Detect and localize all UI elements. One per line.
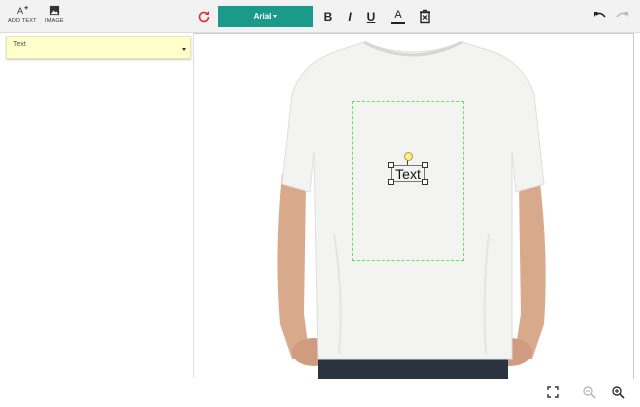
chevron-down-icon xyxy=(182,48,186,51)
redo-icon[interactable] xyxy=(614,9,630,23)
bottom-toolbar xyxy=(0,379,640,407)
fullscreen-icon[interactable] xyxy=(546,385,560,399)
italic-button[interactable]: I xyxy=(342,8,358,25)
text-input-dropdown[interactable]: Text xyxy=(6,36,191,59)
rotate-handle[interactable] xyxy=(404,152,413,161)
add-text-icon: A xyxy=(17,5,28,16)
sidebar: Text xyxy=(0,33,194,378)
text-color-button[interactable]: A xyxy=(388,8,408,25)
underline-icon: U xyxy=(366,9,376,24)
undo-icon[interactable] xyxy=(592,9,608,23)
design-canvas[interactable]: Text xyxy=(194,33,634,380)
underline-button[interactable]: U xyxy=(363,8,379,25)
image-label: IMAGE xyxy=(45,18,64,24)
italic-icon: I xyxy=(348,9,352,24)
text-color-icon: A xyxy=(394,8,402,21)
bold-icon: B xyxy=(323,9,333,24)
image-tool[interactable]: IMAGE xyxy=(45,5,64,24)
resize-handle[interactable] xyxy=(388,179,394,185)
image-icon xyxy=(49,5,59,16)
font-family-value: Arial xyxy=(253,12,272,21)
zoom-out-icon[interactable] xyxy=(582,385,596,399)
chevron-down-icon xyxy=(273,15,278,18)
zoom-in-icon[interactable] xyxy=(611,385,625,399)
canvas-text-object[interactable]: Text xyxy=(388,152,428,185)
resize-handle[interactable] xyxy=(388,162,394,168)
resize-handle[interactable] xyxy=(422,179,428,185)
bold-button[interactable]: B xyxy=(320,8,336,25)
refresh-icon[interactable] xyxy=(196,9,212,25)
resize-handle[interactable] xyxy=(422,162,428,168)
text-color-swatch xyxy=(391,21,405,24)
font-family-dropdown[interactable]: Arial xyxy=(218,6,313,27)
top-toolbar: A ADD TEXT IMAGE Arial B I U A xyxy=(0,0,640,33)
delete-icon[interactable] xyxy=(417,8,433,25)
text-input-value: Text xyxy=(13,41,26,48)
add-text-label: ADD TEXT xyxy=(8,18,37,24)
svg-text:A: A xyxy=(17,6,24,16)
canvas-text: Text xyxy=(391,165,425,182)
add-text-tool[interactable]: A ADD TEXT xyxy=(8,5,37,24)
